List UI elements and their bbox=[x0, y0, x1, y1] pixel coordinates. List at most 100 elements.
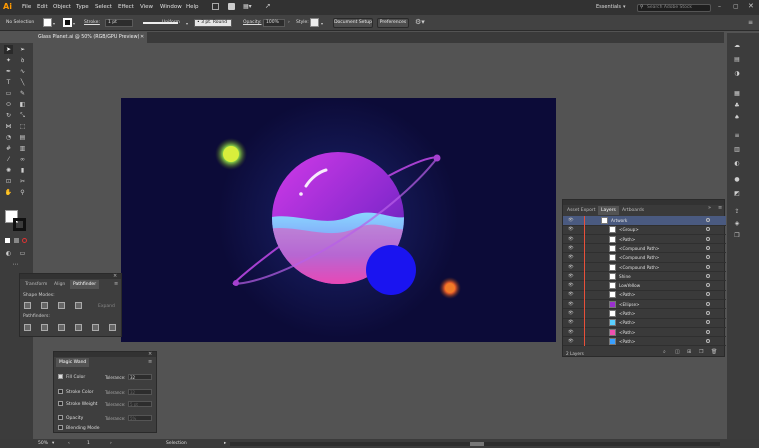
visibility-eye-icon[interactable]: 👁 bbox=[568, 265, 574, 270]
brush-definition[interactable]: • 3 pt. Round bbox=[194, 19, 232, 27]
fill-color-row[interactable]: Fill Color bbox=[58, 374, 85, 380]
target-icon[interactable] bbox=[706, 245, 710, 250]
visibility-eye-icon[interactable]: 👁 bbox=[568, 227, 574, 232]
layer-name[interactable]: Artwork bbox=[611, 218, 627, 223]
stock-icon[interactable] bbox=[228, 3, 235, 10]
prev-artboard-icon[interactable]: ‹ bbox=[68, 441, 70, 446]
slice-tool-icon[interactable]: ✂ bbox=[18, 177, 27, 186]
eyedropper-tool-icon[interactable]: ⁄ bbox=[4, 155, 13, 164]
target-icon[interactable] bbox=[706, 311, 710, 315]
stroke-color-swatch[interactable] bbox=[13, 218, 26, 231]
layer-name[interactable]: <Path> bbox=[619, 330, 635, 335]
color-guide-icon[interactable]: ◑ bbox=[732, 69, 742, 79]
layers-icon[interactable]: ◈ bbox=[732, 219, 742, 229]
minus-front-icon[interactable] bbox=[41, 302, 48, 309]
gradient-panel-icon[interactable]: ▥ bbox=[732, 145, 742, 155]
crop-icon[interactable] bbox=[75, 324, 82, 331]
layer-row[interactable]: 👁 <Compound Path> bbox=[563, 262, 726, 272]
graphic-styles-icon[interactable]: ◩ bbox=[732, 189, 742, 199]
layer-row[interactable]: 👁 <Path> bbox=[563, 290, 726, 300]
transparency-icon[interactable]: ◐ bbox=[732, 159, 742, 169]
target-icon[interactable] bbox=[706, 283, 710, 288]
graphic-style-swatch[interactable] bbox=[310, 18, 319, 27]
workspace-switcher[interactable]: Essentials bbox=[596, 4, 621, 10]
shape-builder-tool-icon[interactable]: ◔ bbox=[4, 133, 13, 142]
layer-row-artwork[interactable]: 👁 Artwork bbox=[563, 216, 726, 226]
layer-row[interactable]: 👁 <Group> bbox=[563, 225, 726, 235]
visibility-eye-icon[interactable]: 👁 bbox=[568, 274, 574, 279]
target-icon[interactable] bbox=[706, 236, 710, 241]
artboard-tool-icon[interactable]: ⊡ bbox=[4, 177, 13, 186]
maximize-icon[interactable]: ▢ bbox=[733, 3, 739, 10]
stroke-label[interactable]: Stroke: bbox=[84, 20, 100, 25]
arrange-icon[interactable]: ⚙▾ bbox=[415, 18, 425, 26]
gradient-mode-icon[interactable] bbox=[14, 238, 19, 243]
blending-mode-checkbox[interactable] bbox=[58, 425, 63, 430]
target-icon[interactable] bbox=[706, 320, 710, 325]
pen-tool-icon[interactable]: ✒ bbox=[4, 67, 13, 76]
delete-layer-icon[interactable]: 🗑 bbox=[711, 349, 717, 355]
color-mode-icon[interactable] bbox=[5, 238, 10, 243]
layer-row[interactable]: 👁 Shine bbox=[563, 271, 726, 282]
visibility-eye-icon[interactable]: 👁 bbox=[568, 311, 574, 316]
symbol-sprayer-tool-icon[interactable]: ✺ bbox=[4, 166, 13, 175]
stroke-weight-row[interactable]: Stroke Weight bbox=[58, 401, 97, 407]
paintbrush-tool-icon[interactable]: ✎ bbox=[18, 89, 27, 98]
outline-icon[interactable] bbox=[92, 324, 99, 331]
shaper-tool-icon[interactable]: ⬭ bbox=[4, 100, 13, 109]
tab-transform[interactable]: Transform bbox=[22, 280, 50, 289]
hand-tool-icon[interactable]: ✋ bbox=[4, 188, 13, 197]
screen-mode-icon[interactable]: ▭ bbox=[18, 249, 27, 258]
opacity-label[interactable]: Opacity: bbox=[243, 20, 262, 25]
visibility-eye-icon[interactable]: 👁 bbox=[568, 218, 574, 223]
close-panel-icon[interactable]: × bbox=[148, 351, 152, 357]
panel-menu-icon[interactable]: ≡ bbox=[718, 205, 722, 211]
close-icon[interactable]: ✕ bbox=[748, 2, 754, 10]
opacity-tolerance-field[interactable]: 5% bbox=[128, 415, 152, 421]
menu-file[interactable]: File bbox=[22, 4, 31, 10]
create-sublayer-icon[interactable]: ⊞ bbox=[687, 349, 691, 355]
menu-type[interactable]: Type bbox=[76, 4, 89, 10]
chevron-down-icon[interactable]: ▾ bbox=[321, 21, 323, 26]
trim-icon[interactable] bbox=[41, 324, 48, 331]
libraries-icon[interactable]: ☁ bbox=[732, 41, 742, 51]
type-tool-icon[interactable]: T bbox=[4, 78, 13, 87]
target-icon[interactable] bbox=[706, 273, 710, 278]
rectangle-tool-icon[interactable]: ▭ bbox=[4, 89, 13, 98]
layer-name[interactable]: <Group> bbox=[619, 227, 639, 232]
next-artboard-icon[interactable]: › bbox=[110, 441, 112, 446]
opacity-row[interactable]: Opacity bbox=[58, 415, 83, 421]
none-mode-icon[interactable] bbox=[22, 238, 27, 243]
swatches-icon[interactable]: ▦ bbox=[732, 89, 742, 99]
layer-row[interactable]: 👁 <Ellipse> bbox=[563, 299, 726, 310]
exclude-icon[interactable] bbox=[75, 302, 82, 309]
artboard[interactable] bbox=[121, 98, 556, 342]
preferences-button[interactable]: Preferences bbox=[377, 18, 409, 28]
blending-mode-row[interactable]: Blending Mode bbox=[58, 425, 99, 431]
send-icon[interactable]: ➚ bbox=[265, 2, 271, 10]
panel-header[interactable] bbox=[20, 274, 121, 279]
menu-object[interactable]: Object bbox=[53, 4, 71, 10]
magic-wand-tool-icon[interactable]: ✦ bbox=[4, 56, 13, 65]
target-icon[interactable] bbox=[706, 255, 710, 260]
stroke-color-tolerance-field[interactable]: 32 bbox=[128, 389, 152, 395]
visibility-eye-icon[interactable]: 👁 bbox=[568, 237, 574, 242]
chevron-down-icon[interactable]: ▾ bbox=[186, 21, 188, 26]
layer-row[interactable]: 👁 <Compound Path> bbox=[563, 253, 726, 263]
visibility-eye-icon[interactable]: 👁 bbox=[568, 283, 574, 288]
line-tool-icon[interactable]: ╲ bbox=[18, 78, 27, 87]
bridge-icon[interactable] bbox=[212, 3, 219, 10]
unite-icon[interactable] bbox=[24, 302, 31, 309]
stroke-color-checkbox[interactable] bbox=[58, 389, 63, 394]
visibility-eye-icon[interactable]: 👁 bbox=[568, 320, 574, 325]
symbols-icon[interactable]: ♠ bbox=[732, 113, 742, 123]
edit-toolbar-icon[interactable]: ⋯ bbox=[11, 260, 20, 269]
menu-view[interactable]: View bbox=[140, 4, 153, 10]
draw-mode-icon[interactable]: ◐ bbox=[4, 249, 13, 258]
new-layer-icon[interactable]: ❐ bbox=[699, 349, 703, 355]
arrange-documents-icon[interactable]: ▦▾ bbox=[243, 3, 252, 10]
visibility-eye-icon[interactable]: 👁 bbox=[568, 246, 574, 251]
stroke-weight-checkbox[interactable] bbox=[58, 401, 63, 406]
layer-name[interactable]: <Compound Path> bbox=[619, 246, 659, 251]
layer-name[interactable]: <Path> bbox=[619, 311, 635, 316]
